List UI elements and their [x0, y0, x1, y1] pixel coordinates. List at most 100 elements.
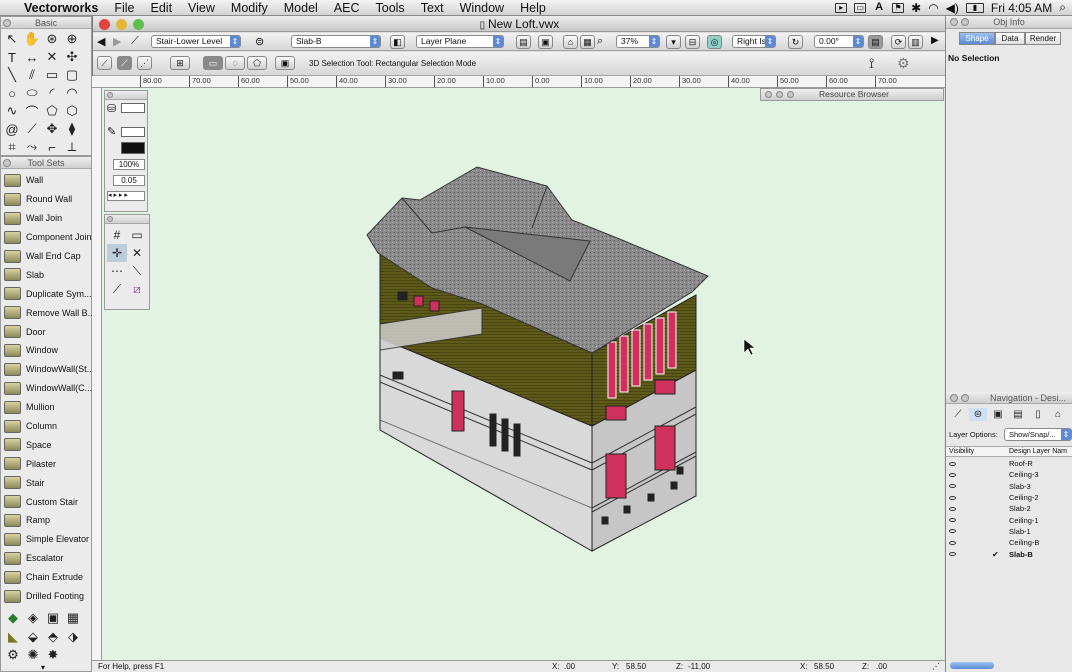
- clock[interactable]: Fri 4:05 AM: [991, 1, 1052, 15]
- close-icon[interactable]: [107, 216, 113, 222]
- close-icon[interactable]: [107, 92, 113, 98]
- nav-sheets-icon[interactable]: ▣: [989, 408, 1007, 421]
- mode-dashed-icon[interactable]: ⋰: [137, 56, 152, 70]
- nav-refs-icon[interactable]: ▯: [1029, 408, 1047, 421]
- eye-icon[interactable]: [949, 506, 956, 511]
- freehand-tool-icon[interactable]: ∿: [2, 102, 22, 120]
- mode-3d-select-icon[interactable]: ⟋: [97, 56, 112, 70]
- building-model[interactable]: [102, 88, 944, 660]
- menu-edit[interactable]: Edit: [143, 1, 181, 15]
- flag-icon[interactable]: ⚑: [892, 2, 905, 13]
- snap-edge-icon[interactable]: ⧄: [127, 280, 147, 298]
- volume-icon[interactable]: ◀): [946, 1, 959, 15]
- minimize-icon[interactable]: [776, 91, 783, 98]
- menu-help[interactable]: Help: [512, 1, 554, 15]
- tab-data[interactable]: Data: [995, 32, 1025, 45]
- layer-row[interactable]: Roof-R: [946, 458, 1072, 469]
- dimension-tool-icon[interactable]: ↔: [22, 48, 42, 66]
- tool-item[interactable]: Window: [1, 341, 91, 360]
- projection-icon[interactable]: ⌂: [563, 35, 578, 49]
- close-icon[interactable]: [3, 19, 11, 27]
- zoom-tool-icon[interactable]: ⊕: [62, 30, 82, 48]
- arrowhead-selector[interactable]: ◂ ▸ ▸ ▸: [107, 191, 145, 201]
- close-icon[interactable]: [950, 394, 958, 402]
- drawing-canvas[interactable]: [102, 88, 944, 660]
- tool-item[interactable]: Stair: [1, 473, 91, 492]
- layer-row[interactable]: Ceiling-1: [946, 514, 1072, 525]
- battery-icon[interactable]: ▮: [965, 2, 984, 13]
- layer-row[interactable]: Ceiling-B: [946, 537, 1072, 548]
- col-visibility[interactable]: Visibility: [949, 448, 974, 455]
- snap-grid-icon[interactable]: #: [107, 226, 127, 244]
- menu-text[interactable]: Text: [413, 1, 452, 15]
- lasso-mode-icon[interactable]: ◌: [225, 56, 245, 70]
- mode-line-icon[interactable]: ⟋: [117, 56, 132, 70]
- layers-icon[interactable]: ⊜: [255, 35, 264, 48]
- class-dropdown[interactable]: Stair-Lower Level: [151, 35, 241, 48]
- clip-tool-icon[interactable]: ⌗: [2, 138, 22, 156]
- pen-color-box[interactable]: [121, 142, 145, 154]
- tool-item[interactable]: Duplicate Sym...: [1, 284, 92, 303]
- rectangle-tool-icon[interactable]: ▭: [42, 66, 62, 84]
- tool-item[interactable]: Space: [1, 435, 91, 454]
- nav-views-icon[interactable]: ▤: [1009, 408, 1027, 421]
- nav-layers-icon[interactable]: ⊜: [969, 408, 987, 421]
- rotate-view-icon[interactable]: ↻: [788, 35, 803, 49]
- eye-icon[interactable]: [949, 518, 956, 523]
- double-line-tool-icon[interactable]: ⫽: [22, 66, 42, 84]
- menu-view[interactable]: View: [180, 1, 223, 15]
- tool-item[interactable]: Mullion: [1, 398, 91, 417]
- tool-prefs-icon[interactable]: ⚙: [897, 55, 910, 72]
- tool-item[interactable]: Drilled Footing: [1, 587, 91, 606]
- oval-tool-icon[interactable]: ⬭: [22, 84, 42, 102]
- snap-point-icon[interactable]: ⟋: [107, 280, 127, 298]
- layer-row[interactable]: ✔ Slab-B: [946, 548, 1072, 559]
- menu-aec[interactable]: AEC: [326, 1, 368, 15]
- wifi-icon[interactable]: ◠: [928, 1, 938, 15]
- snap-angle-icon[interactable]: ✛: [107, 244, 127, 262]
- snap-object-icon[interactable]: ▭: [127, 226, 147, 244]
- app-menu[interactable]: Vectorworks: [16, 1, 106, 15]
- sync-icon[interactable]: ⟳: [891, 35, 906, 49]
- tool-item[interactable]: Pilaster: [1, 454, 91, 473]
- text-tool-icon[interactable]: T: [2, 48, 22, 66]
- layer-row[interactable]: Ceiling-2: [946, 492, 1072, 503]
- visualization-set-icon[interactable]: ⬘: [43, 628, 63, 646]
- mirror-tool-icon[interactable]: ⧫: [62, 120, 82, 138]
- render-mode-icon[interactable]: ▣: [538, 35, 553, 49]
- magnifier-icon[interactable]: ⌕: [597, 35, 603, 48]
- fill-bucket-icon[interactable]: ⛁: [107, 102, 116, 115]
- line-tool-icon[interactable]: ╲: [2, 66, 22, 84]
- tool-item[interactable]: Custom Stair: [1, 492, 91, 511]
- expand-icon[interactable]: [787, 91, 794, 98]
- menu-file[interactable]: File: [106, 1, 142, 15]
- screen-capture-icon[interactable]: ▸: [835, 2, 848, 13]
- working-plane-icon[interactable]: ▤: [868, 35, 883, 49]
- class-icon[interactable]: ⟋: [131, 35, 139, 48]
- zoom-menu-icon[interactable]: ▾: [666, 35, 681, 49]
- menu-modify[interactable]: Modify: [223, 1, 276, 15]
- close-icon[interactable]: [950, 18, 958, 26]
- snapping-icon[interactable]: ⟟: [869, 55, 874, 72]
- polyline-tool-icon[interactable]: ⌒: [22, 102, 42, 120]
- monitor-icon[interactable]: ▭: [854, 2, 867, 13]
- tool-item[interactable]: WindowWall(C...: [1, 379, 92, 398]
- tool-item[interactable]: Simple Elevator: [1, 530, 91, 549]
- back-icon[interactable]: ◀: [97, 35, 105, 48]
- misc-set-icon[interactable]: ✸: [43, 646, 63, 664]
- zoom-field[interactable]: 37%: [616, 35, 660, 48]
- tool-item[interactable]: Slab: [1, 265, 91, 284]
- resize-grip-icon[interactable]: ⋰: [932, 661, 940, 672]
- 3d-locus-tool-icon[interactable]: ✕: [42, 48, 62, 66]
- layer-dropdown[interactable]: Slab-B: [291, 35, 381, 48]
- tool-item[interactable]: Ramp: [1, 511, 91, 530]
- connect-tool-icon[interactable]: ⟂: [62, 138, 82, 156]
- tool-item[interactable]: Wall: [1, 171, 91, 190]
- menu-model[interactable]: Model: [276, 1, 326, 15]
- tab-shape[interactable]: Shape: [959, 32, 995, 45]
- menu-window[interactable]: Window: [452, 1, 512, 15]
- wall-view-icon[interactable]: ▥: [908, 35, 923, 49]
- col-layer-name[interactable]: Design Layer Nam: [1009, 448, 1067, 455]
- menu-tools[interactable]: Tools: [368, 1, 413, 15]
- 3d-modeling-set-icon[interactable]: ⬗: [63, 628, 83, 646]
